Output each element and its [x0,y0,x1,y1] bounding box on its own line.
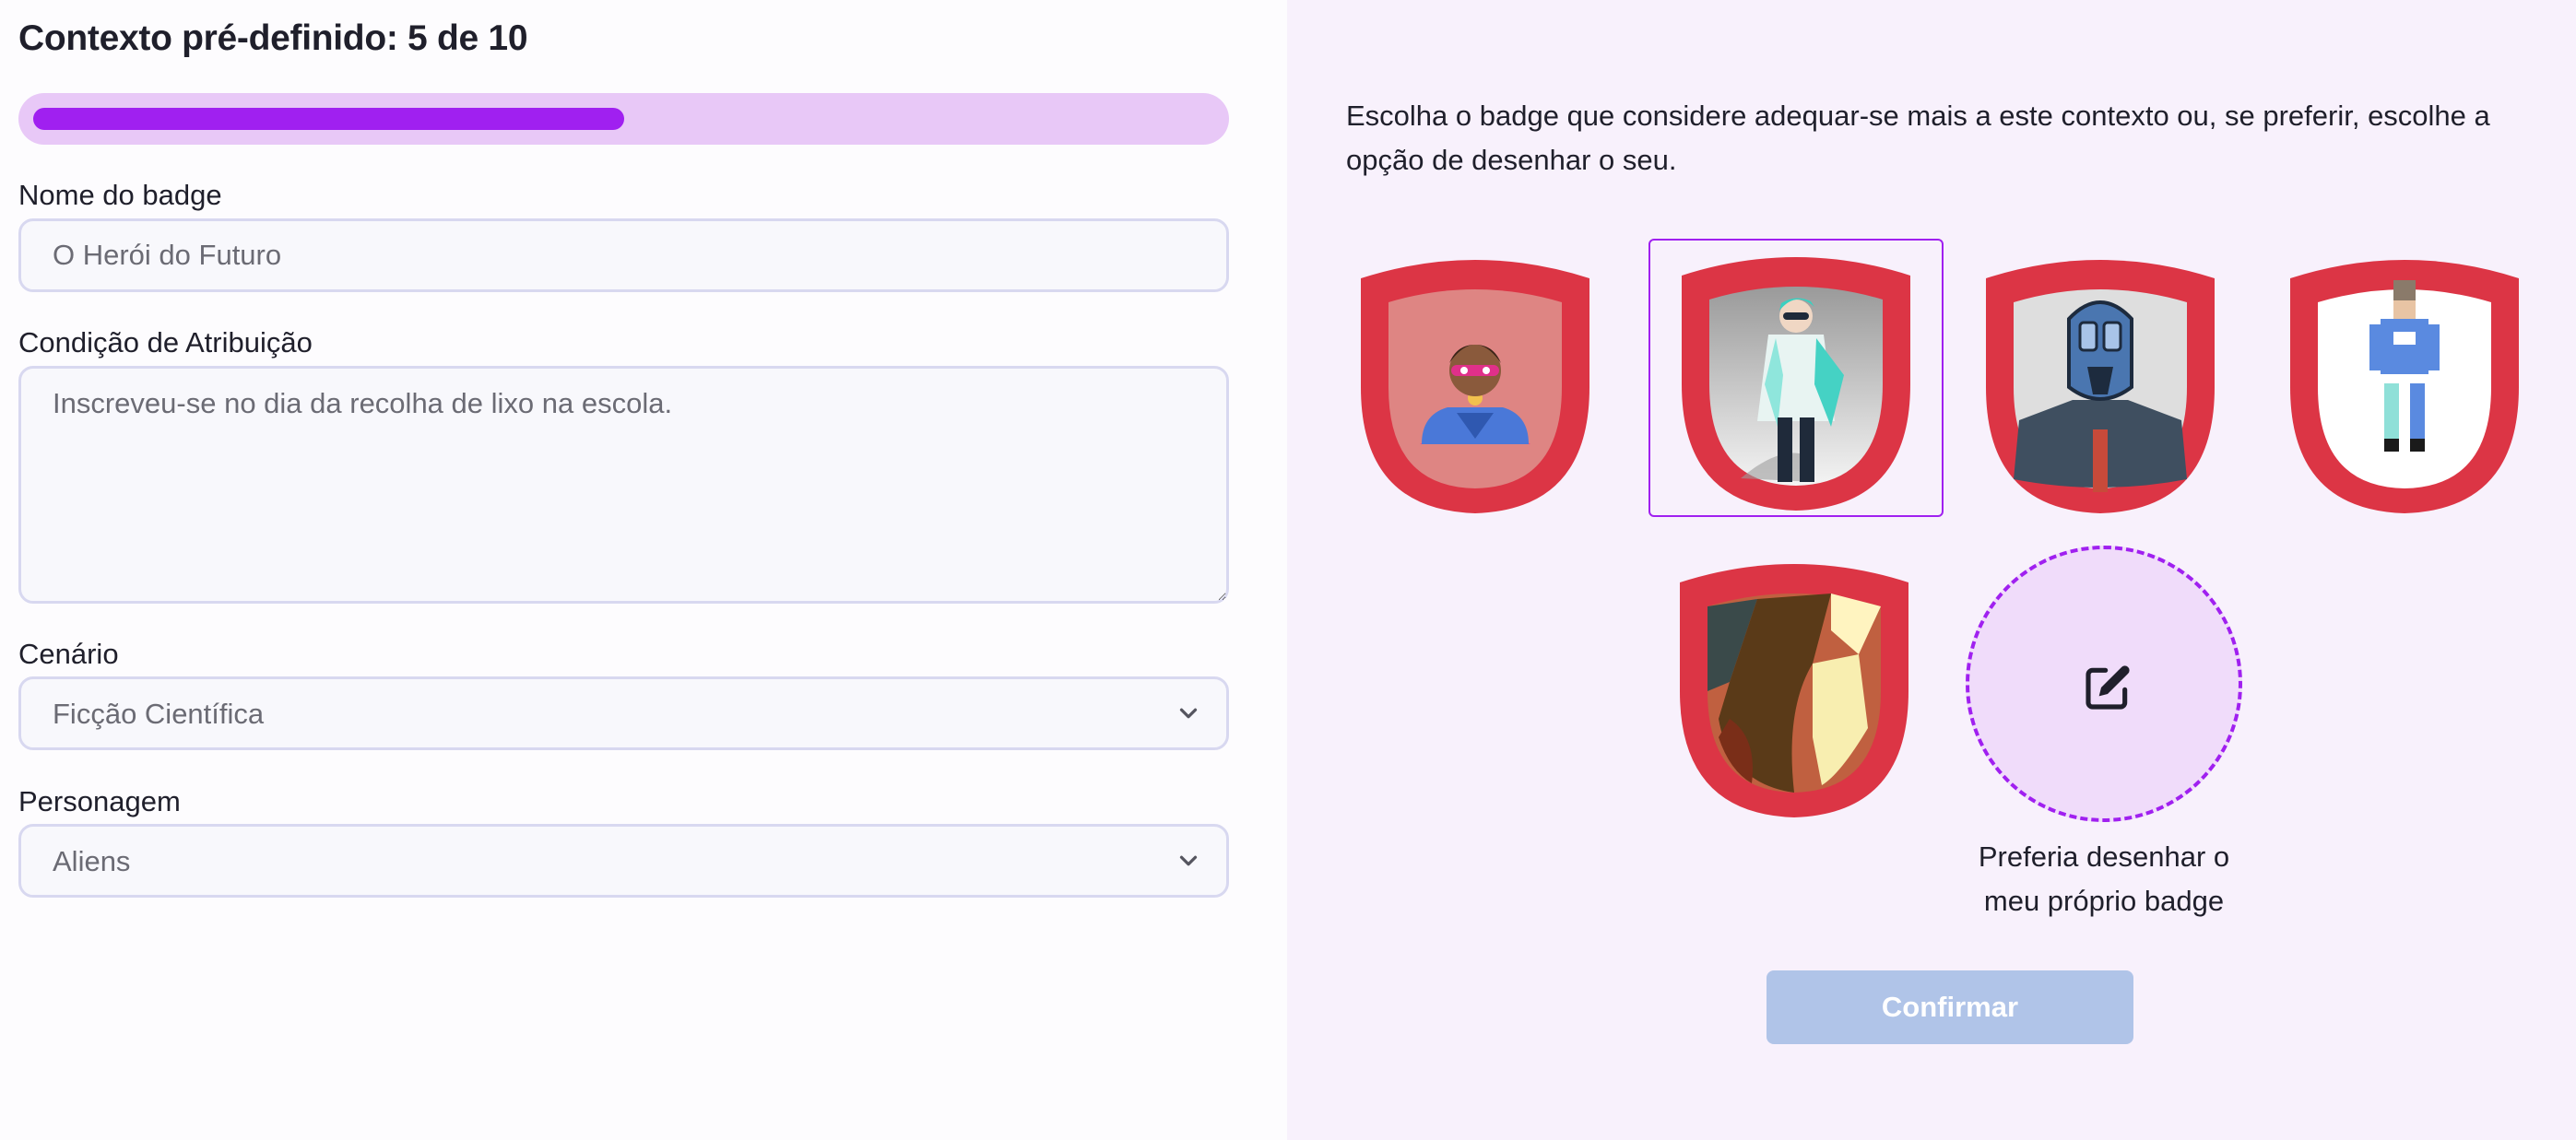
character-select[interactable]: Aliens [18,824,1229,898]
badge-picker-panel: Escolha o badge que considere adequar-se… [1287,0,2576,1140]
badge-option-robot[interactable] [1953,243,2248,522]
edit-icon [2086,665,2130,710]
pixel-astronaut-badge-icon [2290,260,2519,513]
scientist-badge-icon [1682,257,1910,511]
draw-own-badge-option[interactable] [1966,546,2242,822]
condition-textarea[interactable] [18,366,1229,604]
chevron-down-icon [1179,708,1198,719]
page-title: Contexto pré-definido: 5 de 10 [18,18,528,58]
badge-option-pixel-astronaut[interactable] [2257,243,2552,522]
superhero-badge-icon [1361,260,1589,513]
scenario-select[interactable]: Ficção Científica [18,676,1229,750]
confirm-button[interactable]: Confirmar [1767,970,2133,1044]
robot-badge-icon [1986,260,2215,513]
badge-option-scientist[interactable] [1648,239,1944,517]
badge-name-input[interactable] [18,218,1229,292]
scenario-value: Ficção Científica [53,698,265,730]
character-label: Personagem [18,785,181,817]
condition-label: Condição de Atribuição [18,326,313,358]
badge-option-superhero[interactable] [1328,243,1623,522]
form-panel: Contexto pré-definido: 5 de 10 Nome do b… [0,0,1287,1140]
abstract-badge-icon [1680,564,1908,817]
chevron-down-icon [1179,855,1198,866]
scenario-label: Cenário [18,638,119,670]
progress-bar [18,93,1229,145]
badge-name-label: Nome do badge [18,179,222,211]
draw-own-badge-label: Preferia desenhar o meu próprio badge [1978,840,2230,917]
picker-description: Escolha o badge que considere adequar-se… [1346,100,2490,176]
badge-option-abstract[interactable] [1648,547,1944,826]
progress-fill [33,108,624,130]
character-value: Aliens [53,845,131,877]
